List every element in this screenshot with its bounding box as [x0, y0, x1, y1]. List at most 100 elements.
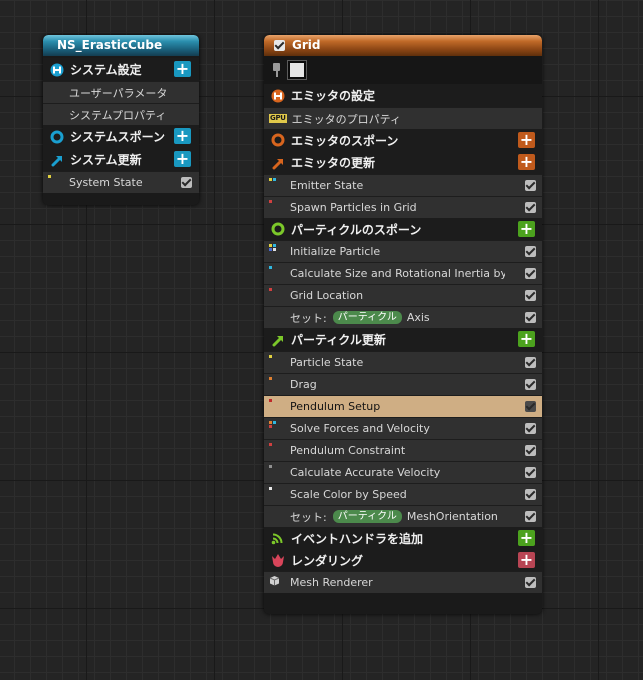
module-color-dots — [269, 487, 279, 495]
add-system-spawn-button[interactable]: + — [174, 128, 191, 144]
mesh-renderer-item[interactable]: Mesh Renderer — [264, 571, 542, 593]
set-mesh-orientation-checkbox[interactable] — [525, 511, 536, 522]
add-event-handler-button[interactable]: + — [518, 530, 535, 546]
rendering-header[interactable]: レンダリング + — [264, 549, 542, 571]
particle-update-header[interactable]: パーティクル更新 + — [264, 328, 542, 351]
drag-item[interactable]: Drag — [264, 373, 542, 395]
particle-spawn-label: パーティクルのスポーン — [291, 222, 422, 237]
emitter-node[interactable]: Grid エミッタの設定 GPU エミッタのプロパティ エミッタのスポーン + … — [264, 35, 542, 614]
spawn-ring-icon — [50, 130, 64, 144]
system-settings-icon — [50, 63, 64, 77]
calculate-accurate-velocity-checkbox[interactable] — [525, 467, 536, 478]
add-particle-update-button[interactable]: + — [518, 331, 535, 347]
module-color-dots — [269, 399, 279, 407]
emitter-thumbnail[interactable] — [287, 60, 307, 80]
emitter-properties-item[interactable]: GPU エミッタのプロパティ — [264, 107, 542, 129]
spawn-particles-grid-label: Spawn Particles in Grid — [290, 201, 417, 214]
system-state-label: System State — [69, 176, 143, 189]
pin-icon[interactable] — [272, 63, 281, 77]
particle-namespace-tag: パーティクル — [332, 311, 402, 324]
emitter-update-header[interactable]: エミッタの更新 + — [264, 151, 542, 174]
solve-forces-checkbox[interactable] — [525, 423, 536, 434]
calculate-size-item[interactable]: Calculate Size and Rotational Inertia by… — [264, 262, 542, 284]
initialize-particle-checkbox[interactable] — [525, 246, 536, 257]
pendulum-constraint-label: Pendulum Constraint — [290, 444, 406, 457]
calculate-accurate-velocity-item[interactable]: Calculate Accurate Velocity — [264, 461, 542, 483]
system-node-title[interactable]: NS_ErasticCube — [43, 35, 199, 56]
grid-location-checkbox[interactable] — [525, 290, 536, 301]
add-system-settings-button[interactable]: + — [174, 61, 191, 77]
initialize-particle-item[interactable]: Initialize Particle — [264, 240, 542, 262]
scale-color-label: Scale Color by Speed — [290, 488, 407, 501]
calculate-size-checkbox[interactable] — [525, 268, 536, 279]
scale-color-checkbox[interactable] — [525, 489, 536, 500]
spawn-particles-grid-item[interactable]: Spawn Particles in Grid — [264, 196, 542, 218]
mesh-renderer-label: Mesh Renderer — [290, 576, 373, 589]
pendulum-constraint-checkbox[interactable] — [525, 445, 536, 456]
solve-forces-item[interactable]: Solve Forces and Velocity — [264, 417, 542, 439]
emitter-state-label: Emitter State — [290, 179, 364, 192]
particle-state-checkbox[interactable] — [525, 357, 536, 368]
event-handler-header[interactable]: イベントハンドラを追加 + — [264, 527, 542, 549]
mesh-renderer-checkbox[interactable] — [525, 577, 536, 588]
particle-spawn-header[interactable]: パーティクルのスポーン + — [264, 218, 542, 240]
pendulum-setup-item[interactable]: Pendulum Setup — [264, 395, 542, 417]
spawn-ring-icon — [271, 222, 285, 236]
add-emitter-spawn-button[interactable]: + — [518, 132, 535, 148]
pendulum-setup-checkbox[interactable] — [525, 401, 536, 412]
module-color-dots — [269, 178, 279, 186]
emitter-settings-header[interactable]: エミッタの設定 — [264, 84, 542, 107]
pendulum-setup-label: Pendulum Setup — [290, 400, 381, 413]
emitter-settings-icon — [271, 89, 285, 103]
emitter-spawn-header[interactable]: エミッタのスポーン + — [264, 129, 542, 151]
emitter-toolbar — [264, 56, 542, 84]
update-arrow-icon — [271, 333, 285, 347]
set-axis-item[interactable]: セット: パーティクル Axis — [264, 306, 542, 328]
add-renderer-button[interactable]: + — [518, 552, 535, 568]
drag-checkbox[interactable] — [525, 379, 536, 390]
system-properties-label: システムプロパティ — [69, 108, 167, 122]
system-update-header[interactable]: システム更新 + — [43, 148, 199, 171]
system-properties-item[interactable]: システムプロパティ — [43, 103, 199, 125]
particle-namespace-tag: パーティクル — [332, 510, 402, 523]
solve-forces-label: Solve Forces and Velocity — [290, 422, 430, 435]
rendering-icon — [271, 553, 285, 567]
add-particle-spawn-button[interactable]: + — [518, 221, 535, 237]
module-color-dots — [269, 443, 279, 451]
update-arrow-icon — [271, 156, 285, 170]
emitter-properties-label: エミッタのプロパティ — [291, 112, 402, 126]
user-parameters-item[interactable]: ユーザーパラメータ — [43, 81, 199, 103]
event-signal-icon — [271, 531, 285, 545]
set-axis-checkbox[interactable] — [525, 312, 536, 323]
emitter-spawn-label: エミッタのスポーン — [291, 133, 399, 148]
system-node[interactable]: NS_ErasticCube システム設定 + ユーザーパラメータ システムプロ… — [43, 35, 199, 205]
add-emitter-update-button[interactable]: + — [518, 154, 535, 170]
mesh-cube-icon — [269, 575, 280, 586]
emitter-settings-label: エミッタの設定 — [291, 89, 376, 103]
drag-label: Drag — [290, 378, 317, 391]
spawn-ring-icon — [271, 133, 285, 147]
update-arrow-icon — [50, 153, 64, 167]
pendulum-constraint-item[interactable]: Pendulum Constraint — [264, 439, 542, 461]
system-state-checkbox[interactable] — [181, 177, 192, 188]
spawn-particles-grid-checkbox[interactable] — [525, 202, 536, 213]
emitter-node-title[interactable]: Grid — [264, 35, 542, 56]
particle-state-item[interactable]: Particle State — [264, 351, 542, 373]
system-spawn-header[interactable]: システムスポーン + — [43, 125, 199, 148]
system-settings-label: システム設定 — [70, 63, 142, 77]
set-mesh-orientation-item[interactable]: セット: パーティクル MeshOrientation — [264, 505, 542, 527]
system-spawn-label: システムスポーン — [70, 130, 166, 144]
emitter-state-checkbox[interactable] — [525, 180, 536, 191]
add-system-update-button[interactable]: + — [174, 151, 191, 167]
system-settings-header[interactable]: システム設定 + — [43, 58, 199, 81]
module-color-dots — [269, 266, 279, 274]
set-attribute-label: Axis — [406, 311, 430, 324]
module-color-dots — [269, 355, 279, 363]
grid-location-item[interactable]: Grid Location — [264, 284, 542, 306]
scale-color-item[interactable]: Scale Color by Speed — [264, 483, 542, 505]
system-state-item[interactable]: System State — [43, 171, 199, 193]
emitter-enable-checkbox[interactable] — [274, 40, 285, 51]
initialize-particle-label: Initialize Particle — [290, 245, 381, 258]
emitter-state-item[interactable]: Emitter State — [264, 174, 542, 196]
event-handler-label: イベントハンドラを追加 — [291, 531, 424, 546]
